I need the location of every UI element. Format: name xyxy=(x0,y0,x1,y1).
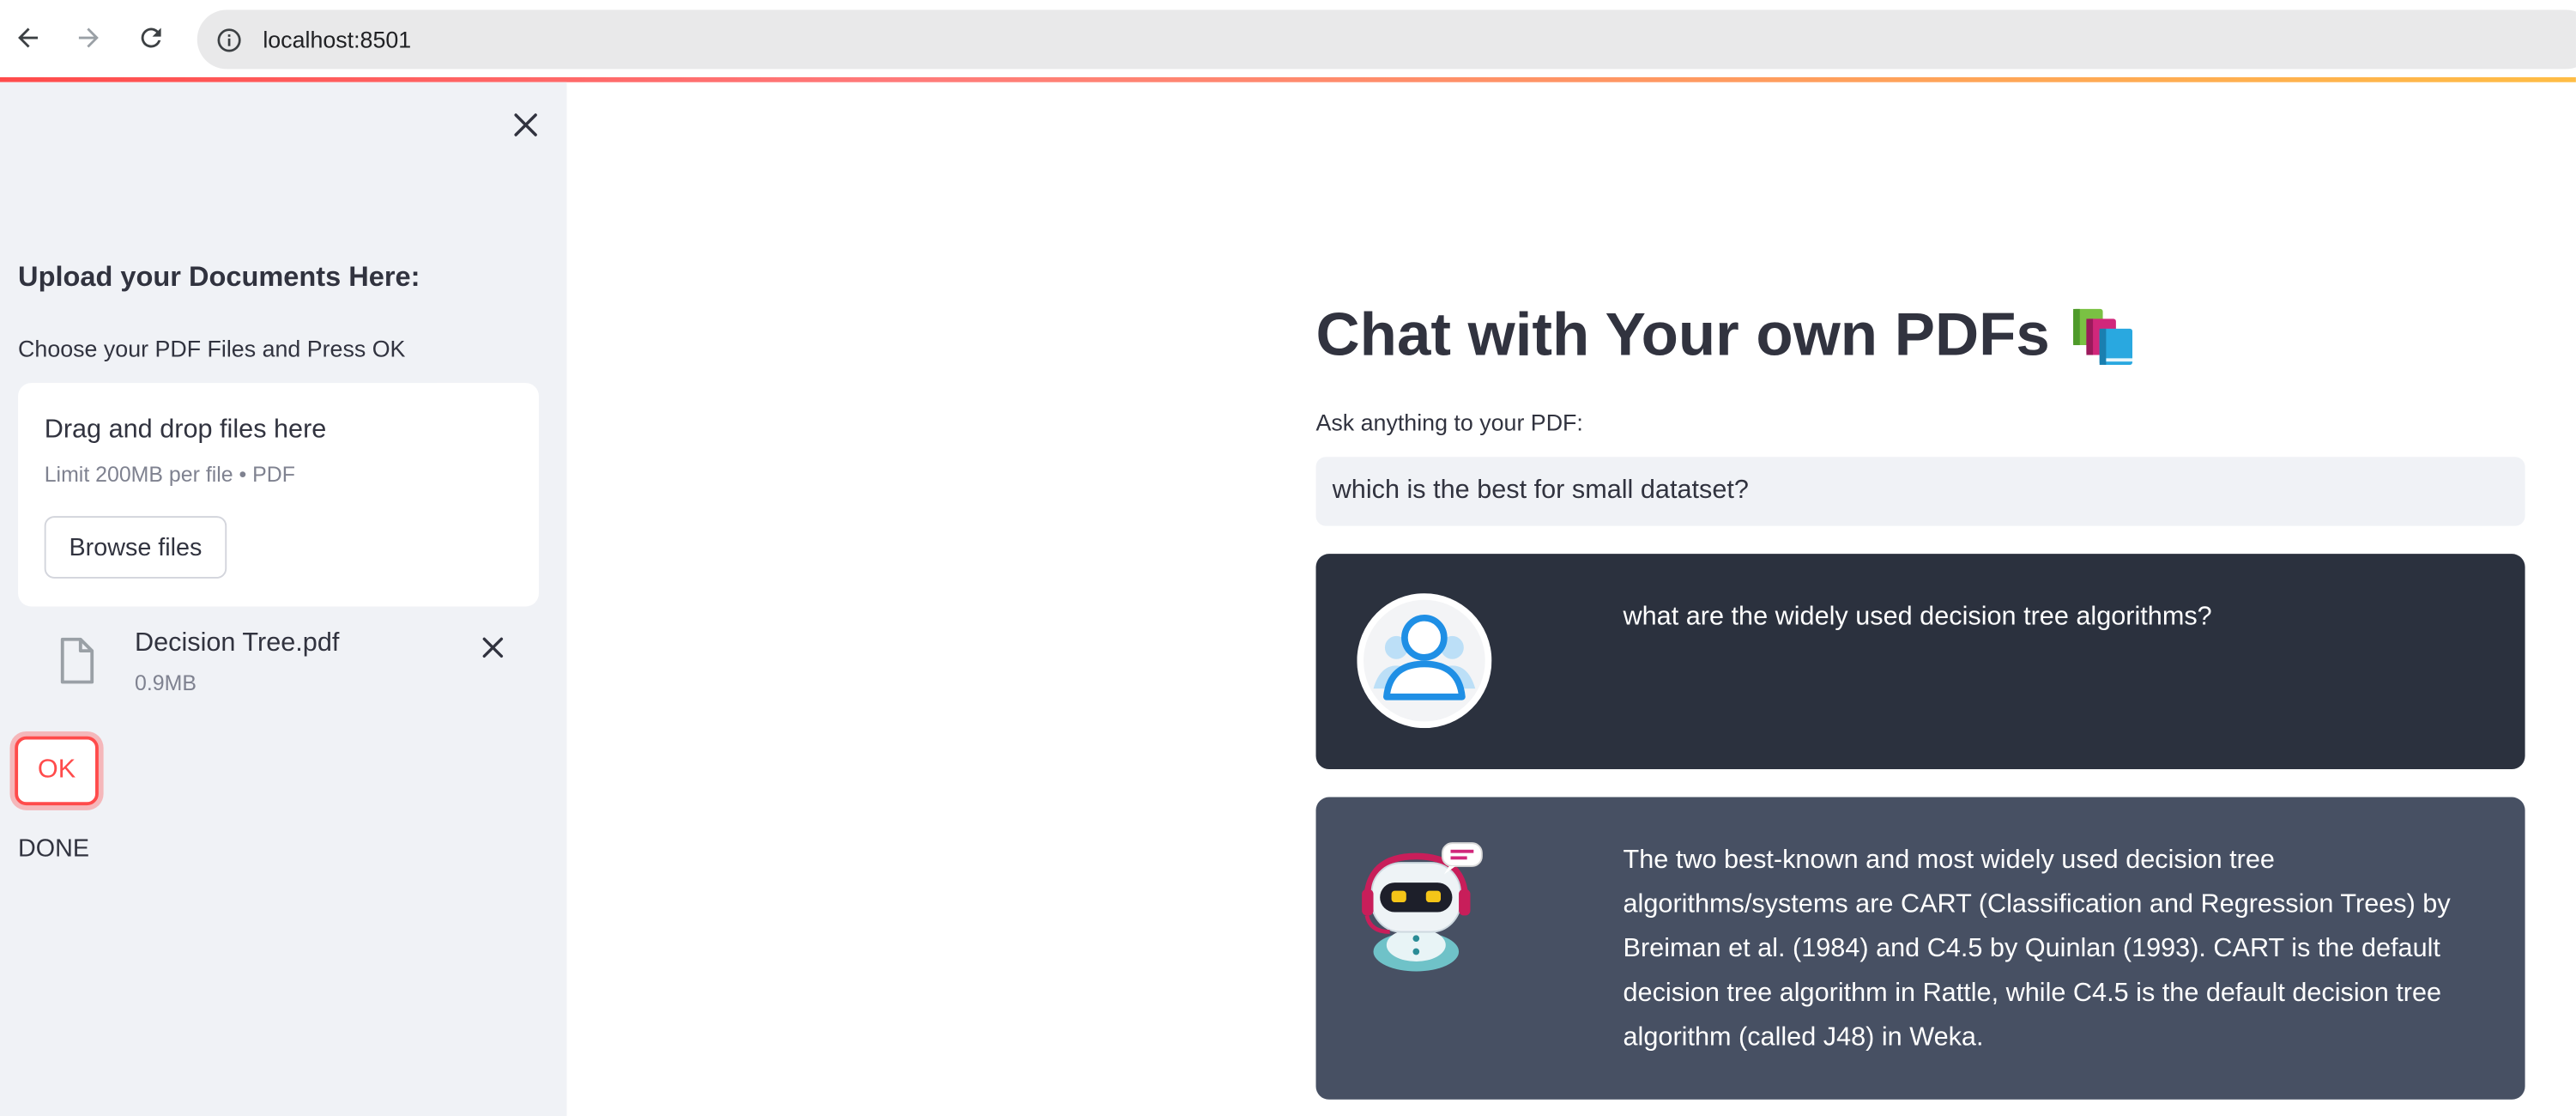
arrow-right-icon xyxy=(78,27,99,48)
file-dropzone[interactable]: Drag and drop files here Limit 200MB per… xyxy=(18,383,539,607)
info-icon[interactable] xyxy=(214,25,243,54)
close-icon xyxy=(514,113,537,136)
sidebar: Upload your Documents Here: Choose your … xyxy=(0,82,567,1116)
question-input[interactable] xyxy=(1315,457,2525,526)
url-text: localhost:8501 xyxy=(263,26,412,53)
back-button[interactable] xyxy=(7,16,50,59)
page-title-text: Chat with Your own PDFs xyxy=(1315,300,2050,368)
message-text: what are the widely used decision tree a… xyxy=(1623,603,2212,632)
reload-icon xyxy=(141,27,161,48)
file-icon xyxy=(60,637,94,684)
forward-button[interactable] xyxy=(67,16,110,59)
dropzone-limit: Limit 200MB per file • PDF xyxy=(44,461,295,487)
status-text: DONE xyxy=(18,834,90,864)
sidebar-header: Upload your Documents Here: xyxy=(18,261,420,293)
close-icon xyxy=(482,637,504,658)
file-size: 0.9MB xyxy=(134,670,197,695)
browser-toolbar: localhost:8501 xyxy=(0,0,2576,82)
arrow-left-icon xyxy=(18,27,39,48)
user-avatar-icon xyxy=(1357,593,1492,729)
message-text: The two best-known and most widely used … xyxy=(1623,846,2451,1052)
chat-message-bot: The two best-known and most widely used … xyxy=(1315,797,2525,1100)
uploader-label: Choose your PDF Files and Press OK xyxy=(18,335,406,362)
sidebar-close-button[interactable] xyxy=(506,106,546,145)
browse-files-button[interactable]: Browse files xyxy=(44,516,227,579)
books-icon xyxy=(2072,308,2132,366)
address-bar[interactable]: localhost:8501 xyxy=(197,9,2576,70)
uploaded-file-row: Decision Tree.pdf 0.9MB xyxy=(18,616,539,708)
dropzone-title: Drag and drop files here xyxy=(44,415,327,444)
chat-message-user: what are the widely used decision tree a… xyxy=(1315,554,2525,769)
reload-button[interactable] xyxy=(130,16,172,59)
input-label: Ask anything to your PDF: xyxy=(1315,409,1583,436)
robot-avatar-icon xyxy=(1362,842,1483,972)
file-name: Decision Tree.pdf xyxy=(134,629,340,658)
page-title: Chat with Your own PDFs xyxy=(1316,300,2139,369)
ok-button[interactable]: OK xyxy=(15,736,99,806)
remove-file-button[interactable] xyxy=(475,629,511,665)
